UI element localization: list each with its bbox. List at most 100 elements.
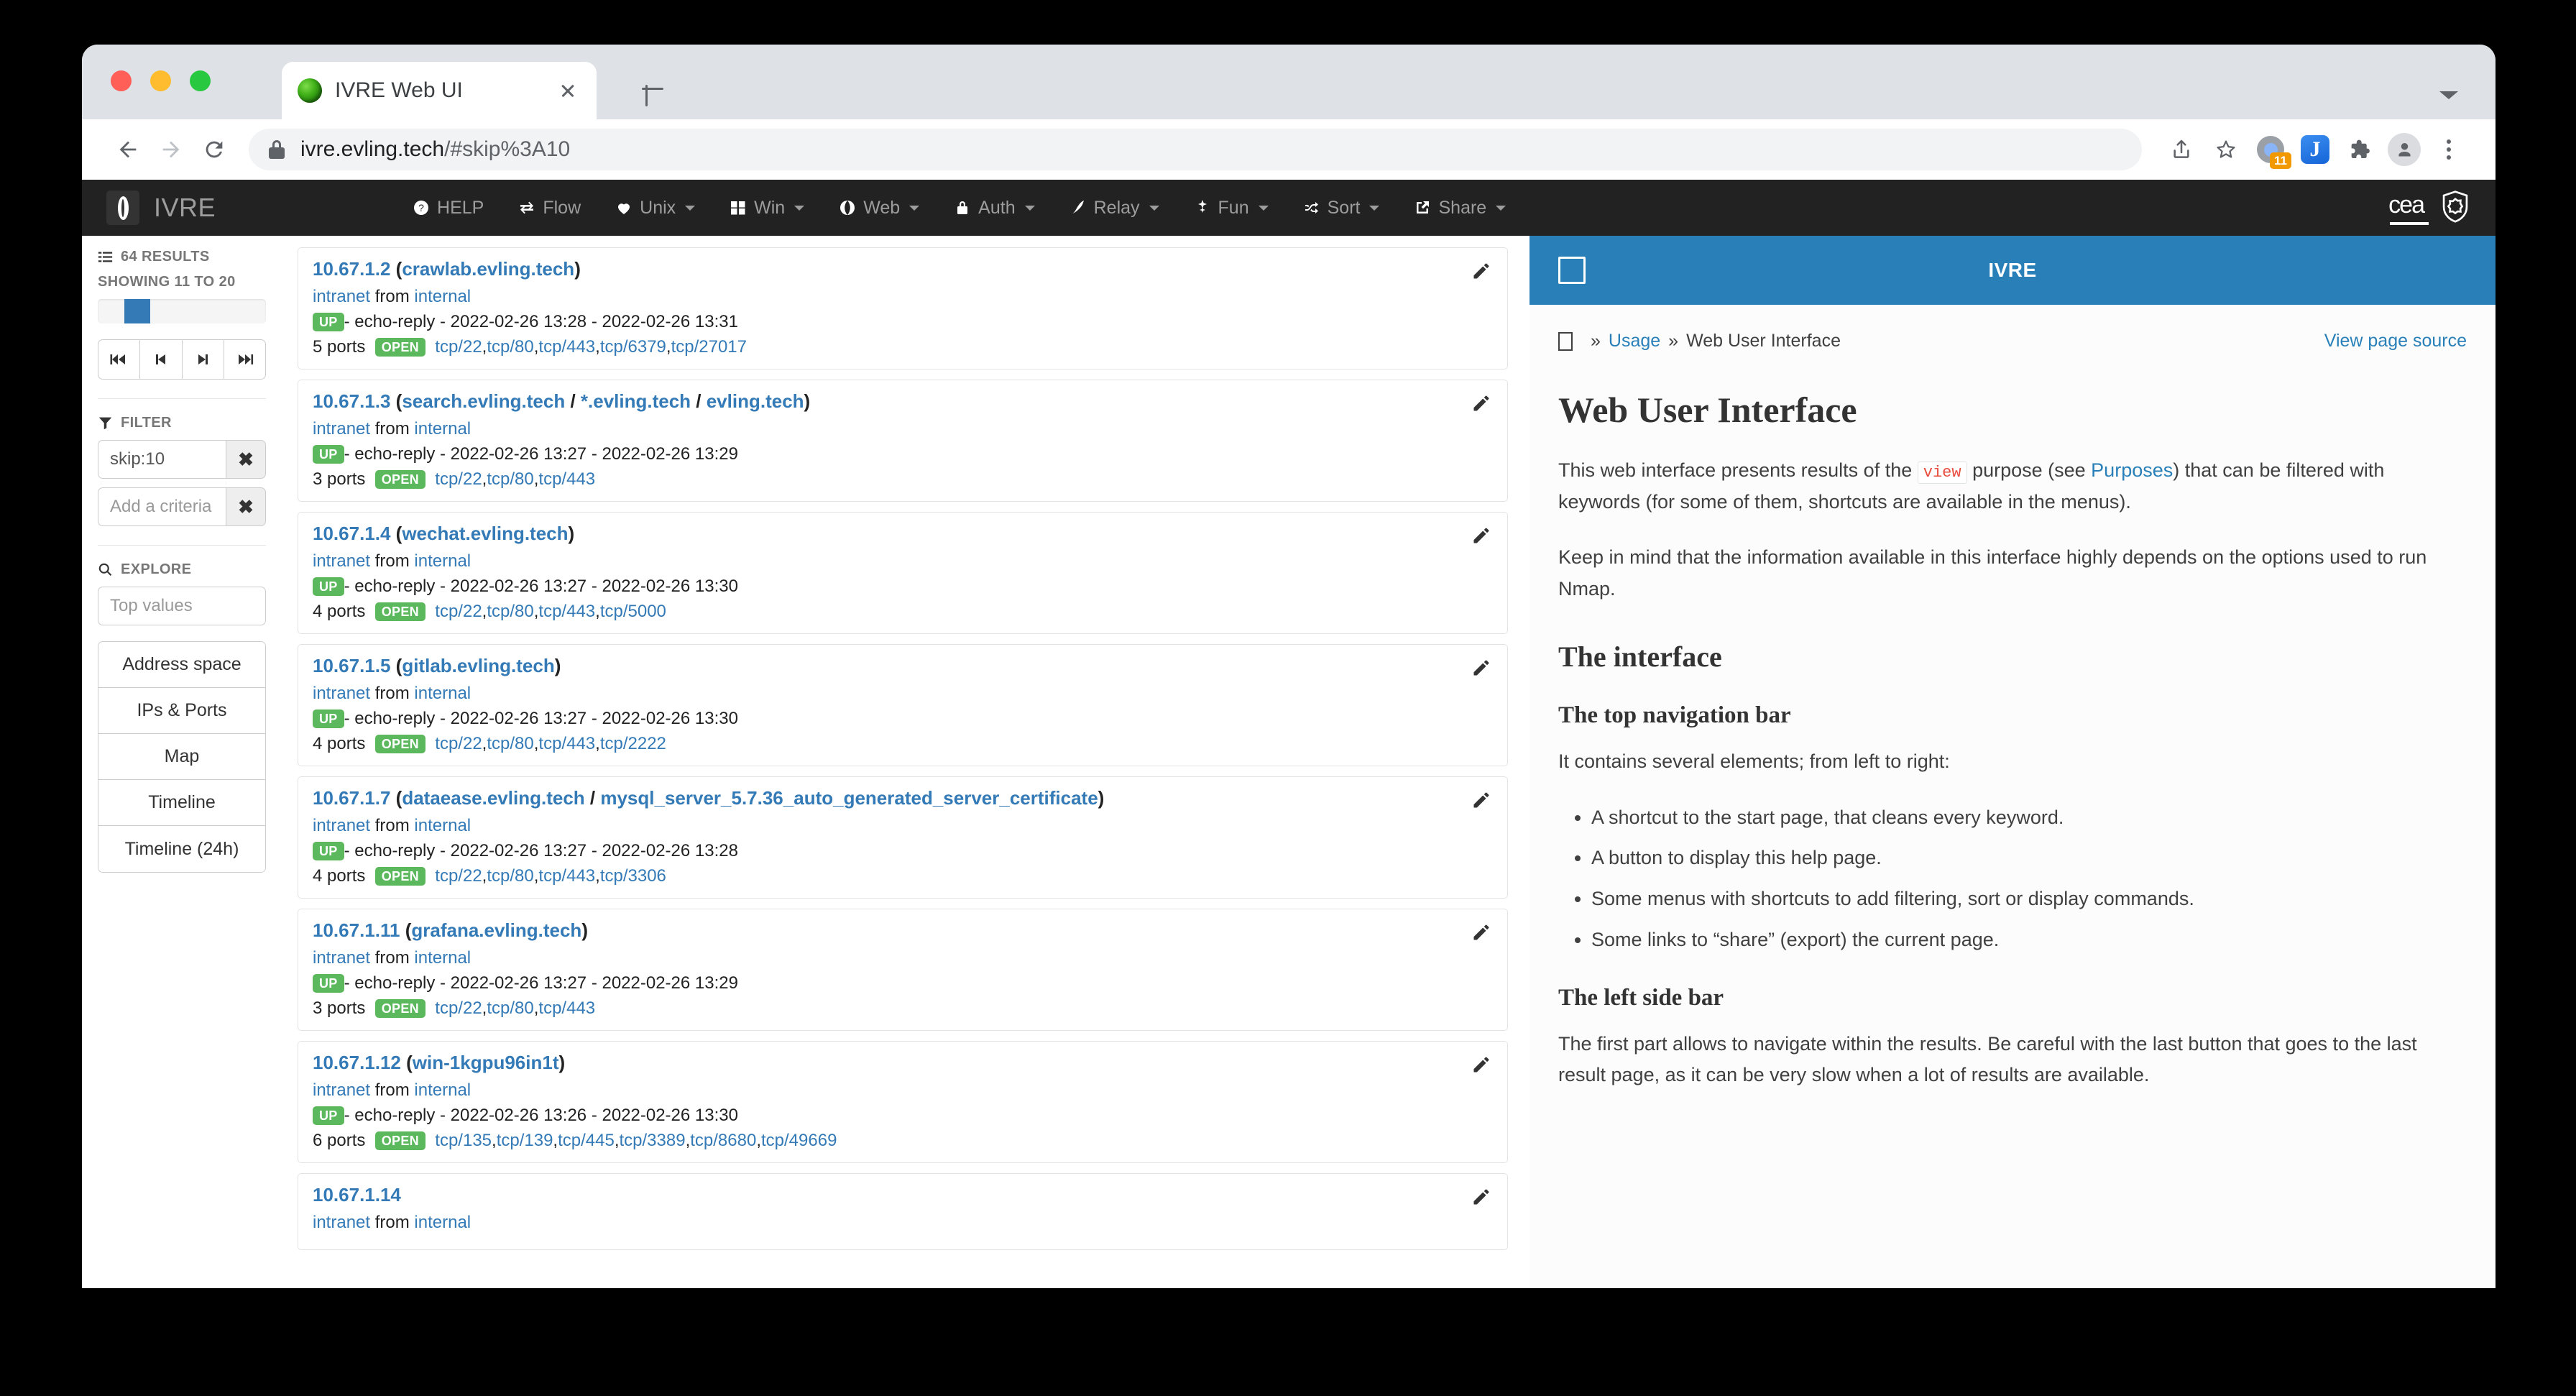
result-hostname-link[interactable]: mysql_server_5.7.36_auto_generated_serve… [600, 787, 1098, 809]
browser-tab[interactable]: IVRE Web UI [282, 62, 597, 119]
extension-badge-icon[interactable]: 11 [2248, 127, 2293, 172]
cea-logo[interactable]: cea [2388, 191, 2429, 225]
port-link[interactable]: tcp/8680 [690, 1131, 756, 1151]
port-link[interactable]: tcp/22 [435, 337, 482, 357]
result-ip-link[interactable]: 10.67.1.5 [313, 655, 390, 676]
address-bar[interactable]: ivre.evling.tech/#skip%3A10 [249, 129, 2142, 170]
extensions-puzzle-icon[interactable] [2337, 127, 2382, 172]
close-tab-icon[interactable] [555, 78, 581, 104]
port-link[interactable]: tcp/443 [538, 734, 595, 754]
result-ip-link[interactable]: 10.67.1.2 [313, 258, 390, 280]
port-link[interactable]: tcp/139 [497, 1131, 553, 1151]
port-link[interactable]: tcp/3389 [620, 1131, 686, 1151]
back-button[interactable] [106, 128, 150, 171]
port-link[interactable]: tcp/22 [435, 998, 482, 1019]
edit-pencil-icon[interactable] [1471, 790, 1491, 814]
edit-pencil-icon[interactable] [1471, 922, 1491, 946]
port-link[interactable]: tcp/22 [435, 866, 482, 886]
port-link[interactable]: tcp/443 [538, 469, 595, 490]
result-source-from-link[interactable]: internal [414, 816, 471, 835]
explore-timeline-24h-button[interactable]: Timeline (24h) [98, 826, 265, 872]
nav-item-flow[interactable]: Flow [501, 180, 598, 236]
top-values-input[interactable] [98, 587, 266, 625]
edit-pencil-icon[interactable] [1471, 658, 1491, 681]
first-page-button[interactable] [98, 339, 141, 380]
result-source-link[interactable]: intranet [313, 1080, 370, 1100]
port-link[interactable]: tcp/22 [435, 469, 482, 490]
ivre-brand-home-link[interactable]: IVRE [106, 190, 216, 225]
nav-item-share[interactable]: Share [1397, 180, 1523, 236]
add-criteria-input[interactable] [98, 487, 226, 526]
port-link[interactable]: tcp/2222 [600, 734, 666, 754]
breadcrumb-usage-link[interactable]: Usage [1609, 331, 1660, 352]
filter-input-active[interactable] [98, 440, 226, 479]
result-ip-link[interactable]: 10.67.1.14 [313, 1184, 401, 1206]
port-link[interactable]: tcp/22 [435, 602, 482, 622]
result-hostname-link[interactable]: win-1kgpu96in1t [413, 1052, 559, 1073]
maximize-window-button[interactable] [190, 70, 211, 91]
port-link[interactable]: tcp/80 [487, 866, 533, 886]
result-source-from-link[interactable]: internal [414, 684, 471, 703]
shield-icon[interactable] [2439, 190, 2471, 226]
explore-map-button[interactable]: Map [98, 734, 265, 780]
port-link[interactable]: tcp/445 [558, 1131, 615, 1151]
result-source-from-link[interactable]: internal [414, 948, 471, 968]
result-hostname-link[interactable]: evling.tech [707, 390, 804, 412]
browser-menu-icon[interactable] [2426, 127, 2471, 172]
reload-button[interactable] [193, 128, 236, 171]
share-icon[interactable] [2159, 127, 2204, 172]
nav-item-web[interactable]: Web [822, 180, 937, 236]
result-source-link[interactable]: intranet [313, 287, 370, 306]
port-link[interactable]: tcp/3306 [600, 866, 666, 886]
edit-pencil-icon[interactable] [1471, 393, 1491, 417]
nav-item-unix[interactable]: Unix [598, 180, 712, 236]
result-ip-link[interactable]: 10.67.1.3 [313, 390, 390, 412]
docs-menu-icon[interactable] [1558, 257, 1586, 284]
explore-address-space-button[interactable]: Address space [98, 642, 265, 688]
edit-pencil-icon[interactable] [1471, 261, 1491, 285]
port-link[interactable]: tcp/49669 [761, 1131, 837, 1151]
result-source-from-link[interactable]: internal [414, 551, 471, 571]
port-link[interactable]: tcp/6379 [600, 337, 666, 357]
result-ip-link[interactable]: 10.67.1.4 [313, 523, 390, 544]
port-link[interactable]: tcp/135 [435, 1131, 492, 1151]
port-link[interactable]: tcp/5000 [600, 602, 666, 622]
result-hostname-link[interactable]: grafana.evling.tech [411, 919, 581, 941]
port-link[interactable]: tcp/443 [538, 866, 595, 886]
result-hostname-link[interactable]: wechat.evling.tech [402, 523, 568, 544]
port-link[interactable]: tcp/80 [487, 337, 533, 357]
result-source-link[interactable]: intranet [313, 948, 370, 968]
close-window-button[interactable] [111, 70, 132, 91]
result-source-link[interactable]: intranet [313, 684, 370, 703]
edit-pencil-icon[interactable] [1471, 1187, 1491, 1211]
minimize-window-button[interactable] [150, 70, 171, 91]
view-page-source-link[interactable]: View page source [2324, 331, 2467, 352]
clear-filter-icon[interactable]: ✖ [226, 440, 266, 479]
port-link[interactable]: tcp/27017 [671, 337, 747, 357]
port-link[interactable]: tcp/443 [538, 998, 595, 1019]
result-hostname-link[interactable]: dataease.evling.tech [402, 787, 584, 809]
result-source-from-link[interactable]: internal [414, 1080, 471, 1100]
edit-pencil-icon[interactable] [1471, 525, 1491, 549]
result-source-from-link[interactable]: internal [414, 1213, 471, 1232]
previous-page-button[interactable] [139, 339, 183, 380]
result-hostname-link[interactable]: crawlab.evling.tech [402, 258, 574, 280]
nav-item-win[interactable]: Win [712, 180, 822, 236]
port-link[interactable]: tcp/80 [487, 602, 533, 622]
result-hostname-link[interactable]: gitlab.evling.tech [402, 655, 554, 676]
port-link[interactable]: tcp/80 [487, 469, 533, 490]
nav-item-fun[interactable]: Fun [1177, 180, 1286, 236]
profile-avatar[interactable] [2382, 127, 2426, 172]
new-tab-icon[interactable] [635, 72, 670, 106]
port-link[interactable]: tcp/80 [487, 734, 533, 754]
port-link[interactable]: tcp/443 [538, 337, 595, 357]
port-link[interactable]: tcp/80 [487, 998, 533, 1019]
nav-item-sort[interactable]: Sort [1286, 180, 1397, 236]
result-ip-link[interactable]: 10.67.1.12 [313, 1052, 401, 1073]
result-source-link[interactable]: intranet [313, 419, 370, 438]
result-hostname-link[interactable]: *.evling.tech [581, 390, 691, 412]
result-source-from-link[interactable]: internal [414, 287, 471, 306]
home-icon[interactable] [1558, 331, 1573, 351]
bookmark-star-icon[interactable] [2204, 127, 2248, 172]
result-source-link[interactable]: intranet [313, 551, 370, 571]
